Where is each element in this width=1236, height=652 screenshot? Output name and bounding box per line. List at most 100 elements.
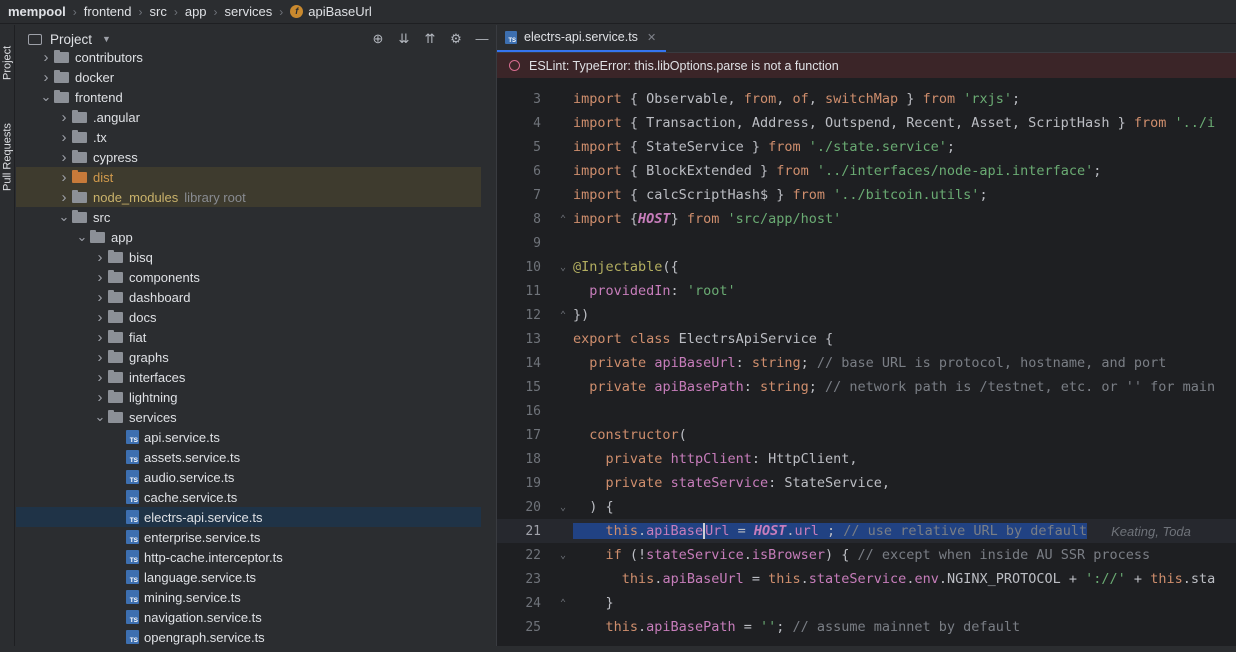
tree-file-item[interactable]: ›TSmining.service.ts [16,587,481,607]
tree-file-item[interactable]: ›TSelectrs-api.service.ts [16,507,481,527]
code-line[interactable]: 15 private apiBasePath: string; // netwo… [497,375,1236,399]
tree-folder-item[interactable]: › interfaces [16,367,481,387]
locate-icon[interactable]: ⊕ [365,30,391,48]
chevron-right-icon[interactable]: › [56,189,72,206]
code-line[interactable]: 25 this.apiBasePath = ''; // assume main… [497,615,1236,639]
code-editor[interactable]: 3 import { Observable, from, of, switchMa… [497,87,1236,639]
code-line[interactable]: 16 [497,399,1236,423]
code-line[interactable]: 5 import { StateService } from './state.s… [497,135,1236,159]
tree-folder-item[interactable]: › .angular [16,107,481,127]
chevron-down-icon[interactable]: ⌄ [74,230,90,243]
tree-folder-item[interactable]: ⌄ src [16,207,481,227]
breadcrumb-item[interactable]: services [225,4,273,19]
breadcrumb-item[interactable]: mempool [8,4,66,19]
tree-folder-item[interactable]: › components [16,267,481,287]
tree-folder-item[interactable]: ⌄ services [16,407,481,427]
chevron-right-icon[interactable]: › [56,149,72,166]
tree-file-item[interactable]: ›TSlanguage.service.ts [16,567,481,587]
code-token: { Transaction, Address, Outspend, Recent… [621,115,1134,131]
chevron-right-icon[interactable]: › [56,169,72,186]
tree-folder-item[interactable]: ⌄ frontend [16,87,481,107]
stripe-project-tab[interactable]: Project [0,33,15,93]
tree-folder-item[interactable]: › docs [16,307,481,327]
chevron-right-icon[interactable]: › [92,369,108,386]
code-line[interactable]: 19 private stateService: StateService, [497,471,1236,495]
collapse-all-icon[interactable]: ⇈ [417,30,443,48]
code-line[interactable]: 18 private httpClient: HttpClient, [497,447,1236,471]
chevron-right-icon[interactable]: › [92,389,108,406]
breadcrumb-item[interactable]: frontend [84,4,132,19]
tree-folder-item[interactable]: ⌄ app [16,227,481,247]
chevron-right-icon[interactable]: › [92,349,108,366]
tree-file-item[interactable]: ›TSenterprise.service.ts [16,527,481,547]
chevron-right-icon[interactable]: › [38,69,54,86]
chevron-right-icon[interactable]: › [92,289,108,306]
tree-folder-item[interactable]: › docker [16,67,481,87]
tree-folder-item[interactable]: › graphs [16,347,481,367]
breadcrumb-item[interactable]: app [185,4,207,19]
fold-marker-icon[interactable]: ⌃ [553,214,573,225]
chevron-down-icon[interactable]: ▼ [102,34,111,44]
tree-file-item[interactable]: ›TSopengraph.service.ts [16,627,481,647]
chevron-right-icon[interactable]: › [92,249,108,266]
code-line[interactable]: 9 [497,231,1236,255]
tree-folder-item[interactable]: › cypress [16,147,481,167]
chevron-right-icon[interactable]: › [92,329,108,346]
expand-all-icon[interactable]: ⇊ [391,30,417,48]
tree-folder-item[interactable]: › bisq [16,247,481,267]
code-line[interactable]: 8 ⌃ import {HOST} from 'src/app/host' [497,207,1236,231]
code-line[interactable]: 20 ⌄ ) { [497,495,1236,519]
chevron-right-icon[interactable]: › [56,129,72,146]
code-token: + [1125,571,1151,587]
chevron-right-icon[interactable]: › [92,269,108,286]
gear-icon[interactable]: ⚙ [443,30,469,48]
tree-folder-item[interactable]: › dashboard [16,287,481,307]
chevron-right-icon[interactable]: › [56,109,72,126]
code-line[interactable]: 10 ⌄ @Injectable({ [497,255,1236,279]
code-line[interactable]: 24 ⌃ } [497,591,1236,615]
breadcrumb-separator-icon: › [279,4,284,19]
code-line[interactable]: 6 import { BlockExtended } from '../inter… [497,159,1236,183]
hide-icon[interactable]: — [469,30,495,48]
tree-file-item[interactable]: ›TSassets.service.ts [16,447,481,467]
tree-folder-item[interactable]: › node_modules library root [16,187,481,207]
stripe-pull-requests-tab[interactable]: Pull Requests [0,111,15,203]
code-line[interactable]: 12 ⌃}) [497,303,1236,327]
fold-marker-icon[interactable]: ⌃ [553,310,573,321]
chevron-right-icon[interactable]: › [38,49,54,66]
chevron-down-icon[interactable]: ⌄ [92,410,108,423]
code-line[interactable]: 14 private apiBaseUrl: string; // base U… [497,351,1236,375]
tree-file-item[interactable]: ›TScache.service.ts [16,487,481,507]
line-number: 21 [525,523,541,539]
code-line[interactable]: 11 providedIn: 'root' [497,279,1236,303]
fold-marker-icon[interactable]: ⌄ [553,550,573,561]
tree-folder-item[interactable]: › .tx [16,127,481,147]
tab-electrs-api-service[interactable]: TS electrs-api.service.ts ✕ [497,24,667,52]
code-line[interactable]: 7 import { calcScriptHash$ } from '../bit… [497,183,1236,207]
tree-folder-item[interactable]: › lightning [16,387,481,407]
git-blame-inlay[interactable]: Keating, Toda [1111,524,1191,539]
code-line[interactable]: 21 this.apiBase Url = HOST.url ; // use r… [497,519,1236,543]
fold-marker-icon[interactable]: ⌃ [553,598,573,609]
code-line[interactable]: 4 import { Transaction, Address, Outspend… [497,111,1236,135]
chevron-down-icon[interactable]: ⌄ [38,90,54,103]
tree-folder-item[interactable]: › fiat [16,327,481,347]
tree-file-item[interactable]: ›TShttp-cache.interceptor.ts [16,547,481,567]
fold-marker-icon[interactable]: ⌄ [553,262,573,273]
fold-marker-icon[interactable]: ⌄ [553,502,573,513]
code-line[interactable]: 17 constructor( [497,423,1236,447]
close-icon[interactable]: ✕ [647,31,656,44]
code-line[interactable]: 23 this.apiBaseUrl = this.stateService.e… [497,567,1236,591]
tree-file-item[interactable]: ›TSnavigation.service.ts [16,607,481,627]
breadcrumb-item[interactable]: apiBaseUrl [308,4,372,19]
tree-file-item[interactable]: ›TSapi.service.ts [16,427,481,447]
breadcrumb-item[interactable]: src [150,4,167,19]
code-line[interactable]: 13 export class ElectrsApiService { [497,327,1236,351]
tree-folder-item[interactable]: › contributors [16,47,481,67]
tree-file-item[interactable]: ›TSaudio.service.ts [16,467,481,487]
tree-folder-item[interactable]: › dist [16,167,481,187]
code-line[interactable]: 22 ⌄ if (!stateService.isBrowser) { // ex… [497,543,1236,567]
code-line[interactable]: 3 import { Observable, from, of, switchMa… [497,87,1236,111]
chevron-right-icon[interactable]: › [92,309,108,326]
chevron-down-icon[interactable]: ⌄ [56,210,72,223]
